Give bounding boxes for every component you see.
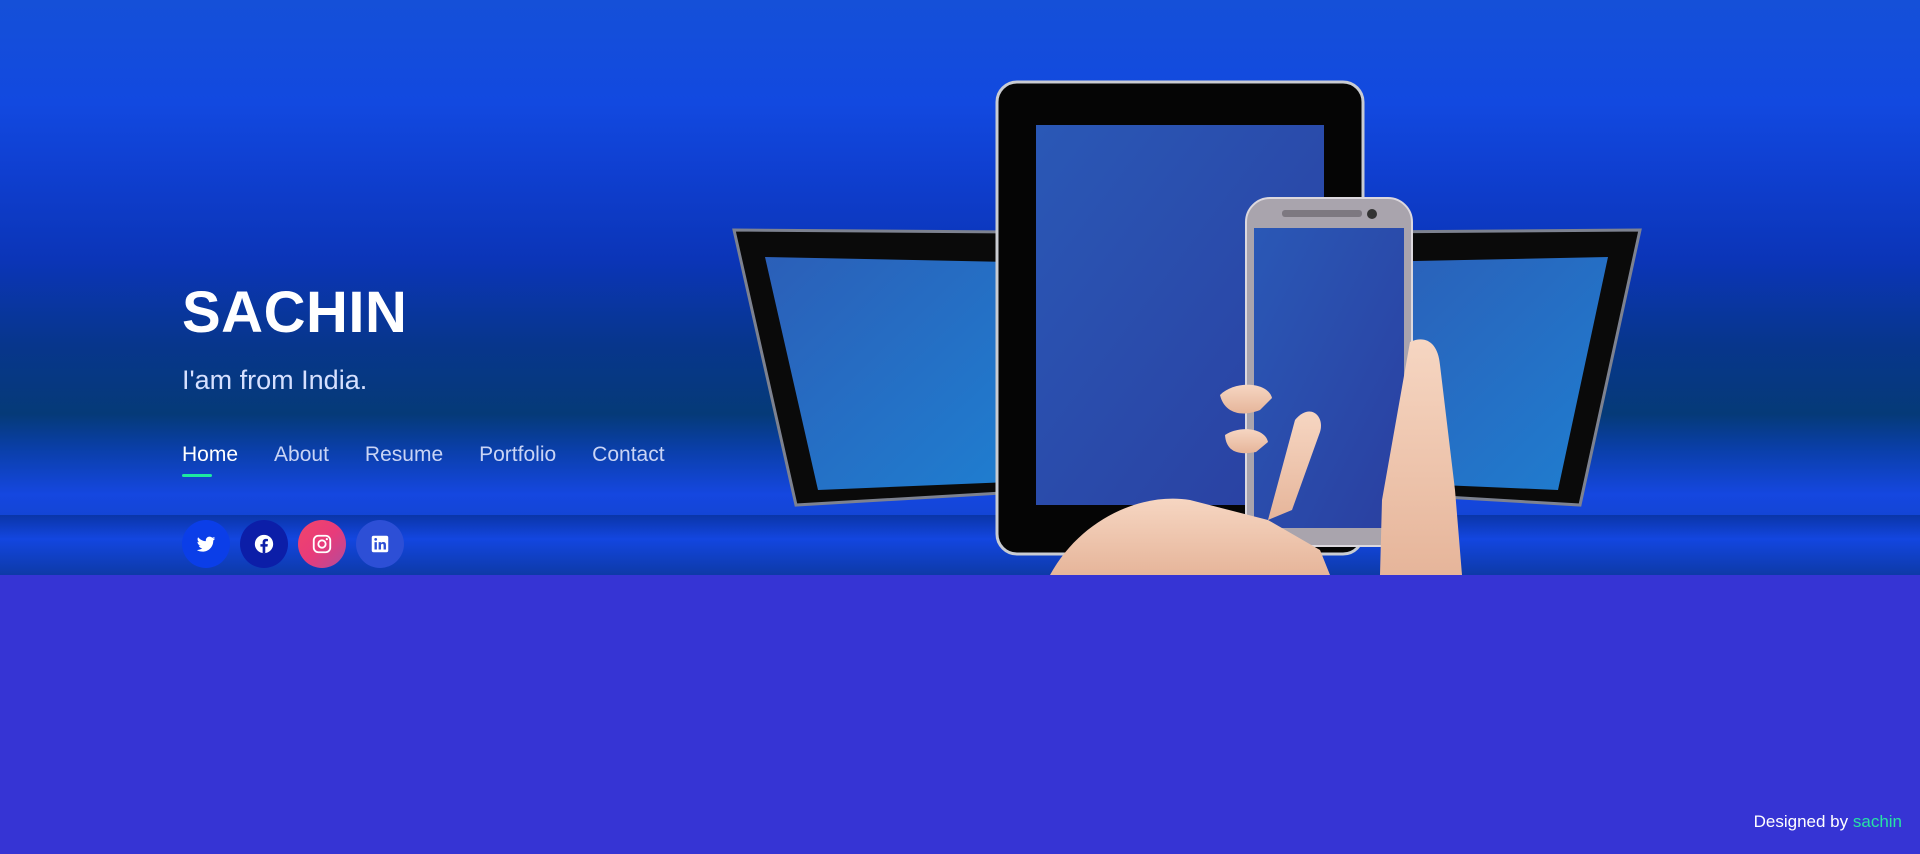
nav-resume-link[interactable]: Resume xyxy=(365,443,443,477)
hero-name: SACHIN xyxy=(182,280,408,345)
nav-home-link[interactable]: Home xyxy=(182,443,238,477)
facebook-button[interactable] xyxy=(240,520,288,568)
site-footer: Designed by sachin xyxy=(1754,812,1902,832)
hero-text: SACHIN I'am from India. xyxy=(182,280,407,396)
main-nav: Home About Resume Portfolio Contact xyxy=(182,443,665,477)
hero-banner: SACHIN I'am from India. Home About Resum… xyxy=(0,0,1920,575)
linkedin-button[interactable] xyxy=(356,520,404,568)
footer-credit-prefix: Designed by xyxy=(1753,812,1849,831)
nav-contact-link[interactable]: Contact xyxy=(592,443,664,477)
twitter-button[interactable] xyxy=(182,520,230,568)
instagram-icon xyxy=(312,534,332,554)
facebook-icon xyxy=(254,534,274,554)
social-links xyxy=(182,520,404,568)
instagram-button[interactable] xyxy=(298,520,346,568)
twitter-icon xyxy=(196,536,216,552)
left-laptop xyxy=(732,228,1022,507)
nav-about-link[interactable]: About xyxy=(274,443,329,477)
footer-author-link[interactable]: sachin xyxy=(1853,812,1902,831)
hero-tagline: I'am from India. xyxy=(182,365,368,395)
linkedin-icon xyxy=(371,535,389,553)
devices-illustration xyxy=(732,80,1642,575)
nav-portfolio-link[interactable]: Portfolio xyxy=(479,443,556,477)
